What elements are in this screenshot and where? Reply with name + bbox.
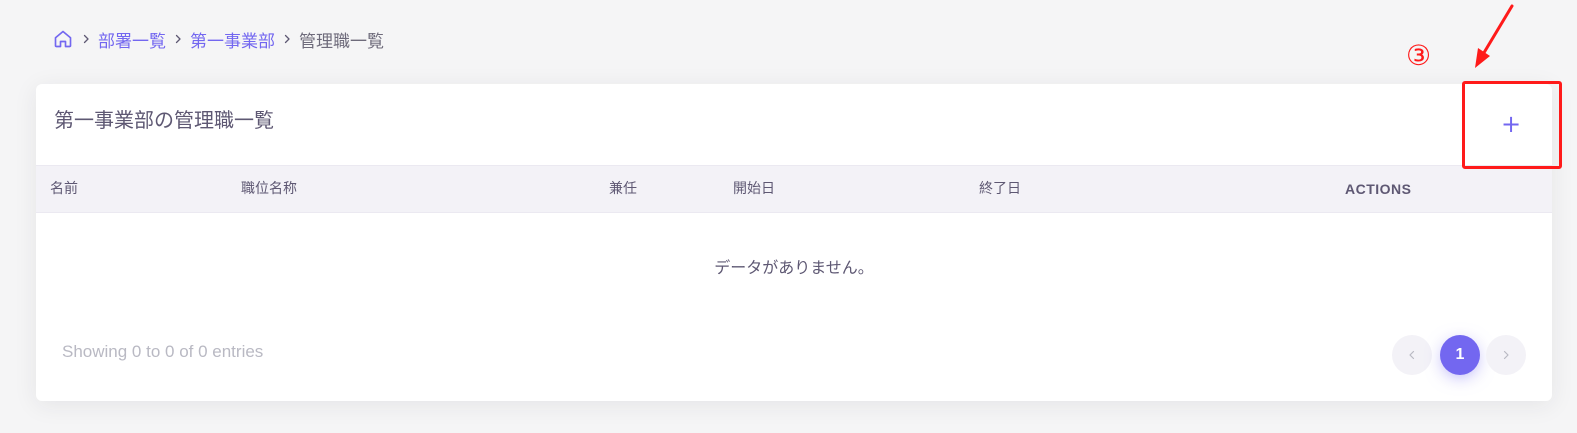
prev-page-button[interactable] xyxy=(1392,335,1432,375)
annotation-step-number: ③ xyxy=(1406,39,1432,72)
chevron-right-icon xyxy=(74,28,98,50)
page: 部署一覧 第一事業部 管理職一覧 第一事業部の管理職一覧 + 名前 職位名称 兼… xyxy=(0,0,1577,433)
managers-card: 第一事業部の管理職一覧 + 名前 職位名称 兼任 開始日 終了日 ACTIONS… xyxy=(36,84,1552,401)
breadcrumb-link-departments[interactable]: 部署一覧 xyxy=(98,27,166,52)
chevron-right-icon xyxy=(166,28,190,50)
next-page-button[interactable] xyxy=(1486,335,1526,375)
column-header-start-date[interactable]: 開始日 xyxy=(733,166,775,212)
chevron-right-icon xyxy=(1503,350,1509,360)
column-header-end-date[interactable]: 終了日 xyxy=(979,166,1021,212)
column-header-name[interactable]: 名前 xyxy=(50,166,78,212)
column-header-concurrent[interactable]: 兼任 xyxy=(609,166,637,212)
column-header-position[interactable]: 職位名称 xyxy=(241,166,297,212)
empty-message: データがありません。 xyxy=(714,257,874,277)
home-icon[interactable] xyxy=(52,28,74,50)
chevron-right-icon xyxy=(275,28,299,50)
column-header-actions: ACTIONS xyxy=(1345,181,1412,197)
breadcrumb: 部署一覧 第一事業部 管理職一覧 xyxy=(52,26,384,52)
page-button-1[interactable]: 1 xyxy=(1440,335,1480,375)
entries-info: Showing 0 to 0 of 0 entries xyxy=(62,342,264,361)
chevron-left-icon xyxy=(1409,350,1415,360)
annotation-arrow-icon xyxy=(1475,4,1514,68)
table-header: 名前 職位名称 兼任 開始日 終了日 ACTIONS xyxy=(36,165,1552,213)
breadcrumb-link-division[interactable]: 第一事業部 xyxy=(190,27,275,52)
card-title: 第一事業部の管理職一覧 xyxy=(54,108,274,132)
breadcrumb-current: 管理職一覧 xyxy=(299,31,384,52)
annotation-highlight-box xyxy=(1462,81,1562,169)
